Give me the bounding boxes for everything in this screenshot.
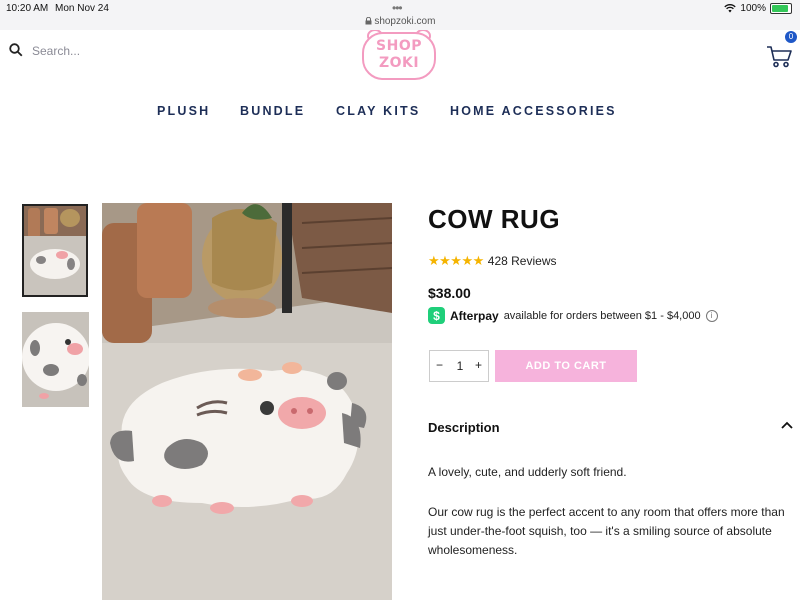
search-icon[interactable] — [9, 43, 23, 57]
thumbnail-1[interactable] — [22, 204, 88, 297]
quantity-decrease-button[interactable]: − — [436, 358, 443, 372]
nav-plush[interactable]: PLUSH — [157, 104, 210, 118]
logo-text-top: SHOP — [376, 38, 422, 54]
afterpay-brand: Afterpay — [450, 308, 499, 323]
battery-percent: 100% — [740, 3, 766, 14]
description-text-2: Our cow rug is the perfect accent to any… — [428, 505, 785, 557]
status-time: 10:20 AM — [6, 3, 49, 14]
status-date: Mon Nov 24 — [55, 3, 109, 14]
cart-count-badge: 0 — [785, 31, 797, 43]
search-input[interactable] — [30, 41, 234, 61]
description-text-1: A lovely, cute, and udderly soft friend. — [428, 465, 627, 479]
chevron-up-icon[interactable] — [780, 418, 794, 432]
logo-text-bottom: ZOKI — [378, 55, 420, 71]
shopzoki-logo[interactable]: SHOP ZOKI — [359, 30, 439, 82]
wifi-icon — [724, 4, 737, 13]
afterpay-info: $ Afterpay available for orders between … — [428, 307, 718, 324]
product-rating[interactable]: ★★★★★ 428 Reviews — [428, 253, 556, 269]
product-price: $38.00 — [428, 285, 471, 301]
cart-icon[interactable] — [766, 42, 794, 70]
star-rating-icon: ★★★★★ — [428, 253, 484, 268]
thumbnail-2[interactable] — [22, 312, 89, 407]
address-bar[interactable]: shopzoki.com — [0, 16, 800, 27]
status-right: 100% — [724, 3, 792, 14]
quantity-stepper: − 1 + — [429, 350, 489, 382]
status-bar: 10:20 AM Mon Nov 24 ••• shopzoki.com 100… — [0, 0, 800, 30]
lock-icon — [365, 16, 372, 25]
review-count[interactable]: 428 Reviews — [488, 254, 557, 268]
site-header: SHOP ZOKI 0 — [0, 30, 800, 90]
afterpay-text: available for orders between $1 - $4,000 — [503, 309, 701, 322]
quantity-increase-button[interactable]: + — [475, 358, 482, 372]
quantity-value[interactable]: 1 — [456, 359, 464, 373]
nav-home-accessories[interactable]: HOME ACCESSORIES — [450, 104, 617, 118]
url-text: shopzoki.com — [374, 16, 436, 27]
description-heading[interactable]: Description — [428, 420, 500, 435]
product-title: COW RUG — [428, 204, 561, 234]
afterpay-logo-icon: $ — [428, 307, 445, 324]
product-main-image[interactable] — [102, 203, 392, 600]
nav-clay-kits[interactable]: CLAY KITS — [336, 104, 420, 118]
battery-icon — [770, 3, 792, 14]
add-to-cart-button[interactable]: ADD TO CART — [495, 350, 637, 382]
info-icon[interactable]: i — [705, 309, 718, 322]
browser-dots[interactable]: ••• — [392, 1, 403, 15]
nav-bundle[interactable]: BUNDLE — [240, 104, 305, 118]
